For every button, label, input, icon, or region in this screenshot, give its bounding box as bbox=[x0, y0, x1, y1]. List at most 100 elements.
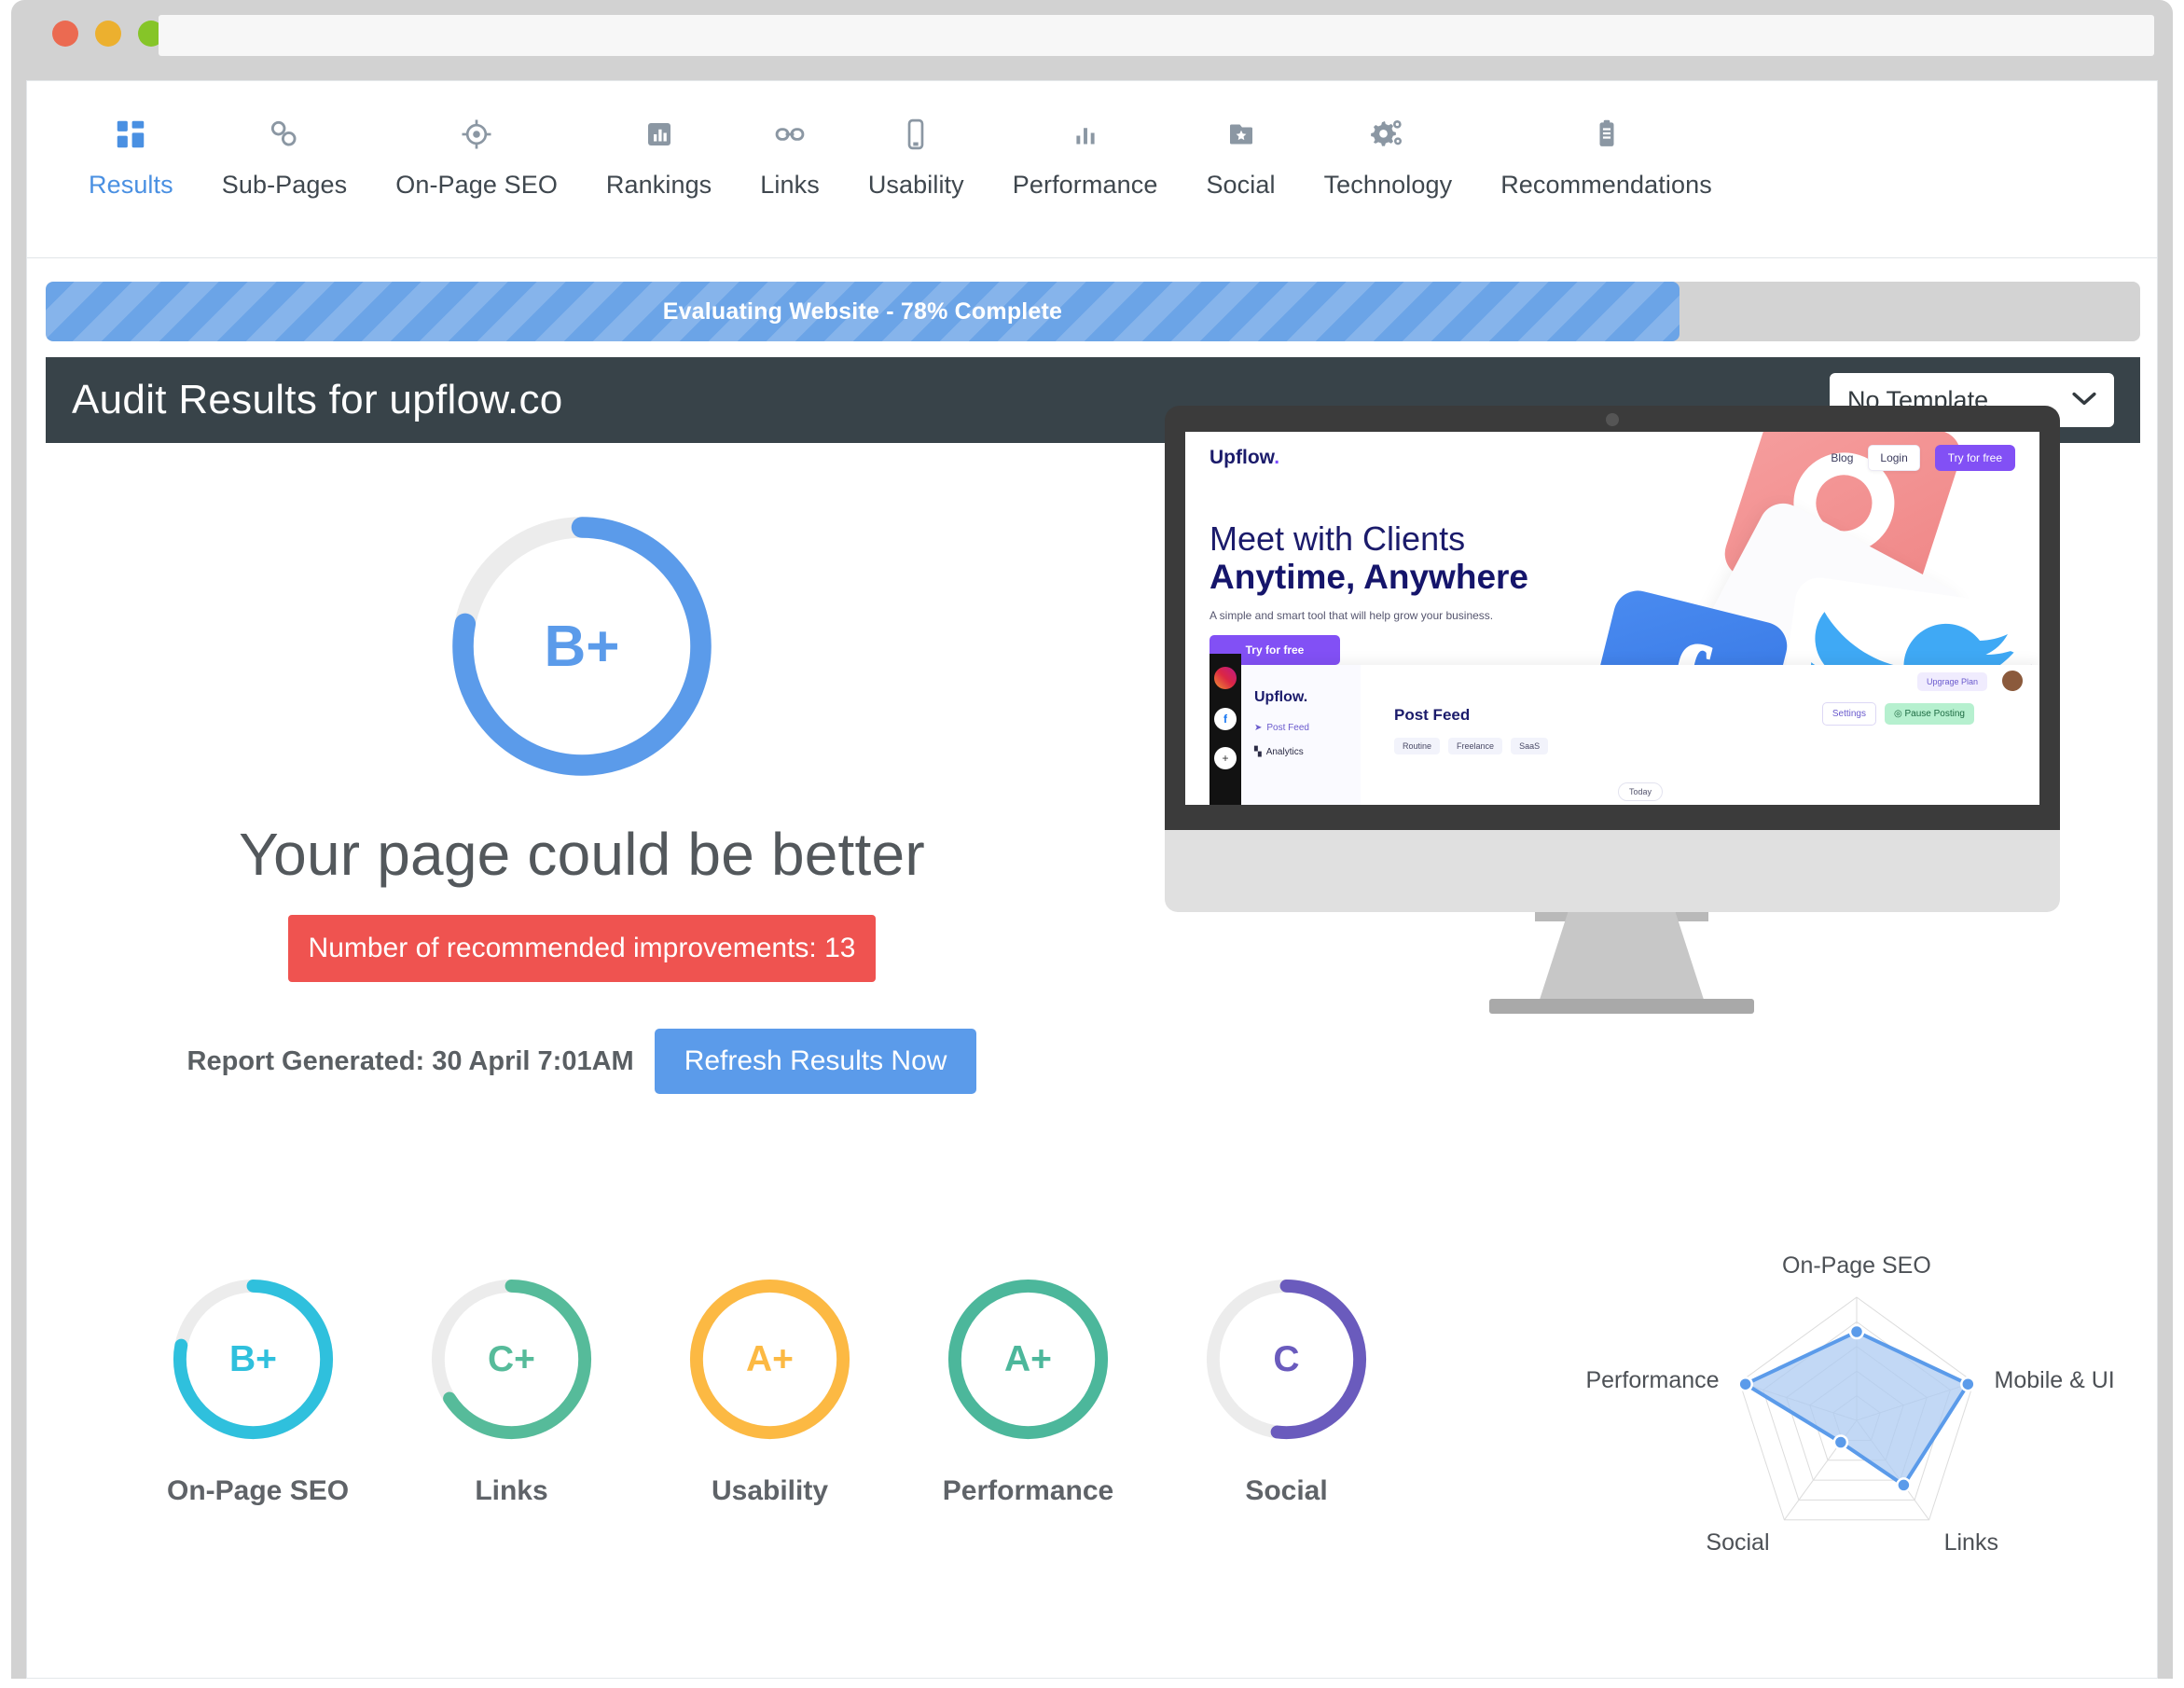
improvements-badge[interactable]: Number of recommended improvements: 13 bbox=[288, 915, 876, 982]
preview-headline-2: Anytime, Anywhere bbox=[1209, 558, 1528, 596]
close-window-icon[interactable] bbox=[52, 21, 78, 47]
minimize-window-icon[interactable] bbox=[95, 21, 121, 47]
category-grade-value: C bbox=[1273, 1338, 1300, 1379]
preview-logo-dot: . bbox=[1274, 447, 1280, 468]
tab-label: Social bbox=[1206, 171, 1276, 199]
preview-headline-1: Meet with Clients bbox=[1209, 519, 1466, 558]
preview-settings-button[interactable]: Settings bbox=[1821, 702, 1876, 726]
chrome-filler bbox=[11, 71, 2173, 80]
tab-sub-pages[interactable]: Sub-Pages bbox=[198, 107, 372, 200]
address-bar-input[interactable] bbox=[159, 15, 2154, 56]
tab-recommendations[interactable]: Recommendations bbox=[1476, 107, 1736, 200]
tab-performance[interactable]: Performance bbox=[988, 107, 1182, 200]
overall-grade-gauge: B+ bbox=[442, 506, 722, 786]
overall-grade-value: B+ bbox=[544, 614, 620, 679]
category-gauge-usability[interactable]: A+ Usability bbox=[684, 1273, 856, 1507]
overview-column: B+ Your page could be better Number of r… bbox=[27, 443, 1137, 1094]
refresh-results-button[interactable]: Refresh Results Now bbox=[654, 1029, 977, 1094]
category-ring: A+ bbox=[684, 1273, 856, 1446]
category-grade-value: A+ bbox=[1004, 1338, 1052, 1379]
radar-axis-label-social: Social bbox=[1706, 1529, 1770, 1556]
category-label: Performance bbox=[942, 1475, 1114, 1506]
category-label: Social bbox=[1245, 1475, 1328, 1506]
category-radar-chart: On-Page SEO Mobile & UI Links Social Perform… bbox=[1585, 1252, 2116, 1581]
link-chain-icon bbox=[267, 107, 302, 161]
tab-social[interactable]: Social bbox=[1182, 107, 1299, 200]
progress-fill: Evaluating Website - 78% Complete bbox=[46, 282, 1679, 341]
preview-today-pill: Today bbox=[1617, 782, 1664, 801]
preview-menu-label: Post Feed bbox=[1266, 723, 1309, 733]
tab-usability[interactable]: Usability bbox=[844, 107, 988, 200]
radar-axis-label-on-page-seo: On-Page SEO bbox=[1782, 1252, 1931, 1279]
radar-axis-label-performance: Performance bbox=[1585, 1367, 1720, 1394]
preview-nav-blog[interactable]: Blog bbox=[1831, 451, 1853, 464]
browser-chrome bbox=[11, 0, 2173, 71]
preview-dashboard-chips: Routine Freelance SaaS bbox=[1394, 738, 1549, 754]
category-label: Usability bbox=[711, 1475, 829, 1506]
category-ring: C+ bbox=[425, 1273, 598, 1446]
chip-routine[interactable]: Routine bbox=[1394, 738, 1441, 754]
preview-dashboard-sidebar: Upflow. ➤ Post Feed ▚ Analytics bbox=[1241, 665, 1361, 805]
bar-chart-box-icon bbox=[643, 107, 676, 161]
clipboard-icon bbox=[1590, 107, 1624, 161]
target-crosshair-icon bbox=[459, 107, 494, 161]
facebook-icon[interactable]: f bbox=[1214, 708, 1237, 730]
category-ring: A+ bbox=[942, 1273, 1114, 1446]
progress-track: Evaluating Website - 78% Complete bbox=[46, 282, 2140, 341]
preview-dashboard-logo: Upflow. bbox=[1254, 689, 1308, 705]
category-gauge-performance[interactable]: A+ Performance bbox=[942, 1273, 1114, 1507]
tab-label: Recommendations bbox=[1500, 171, 1712, 199]
tab-links[interactable]: Links bbox=[736, 107, 844, 200]
bar-chart-icon bbox=[1069, 107, 1102, 161]
monitor-screen: f Upflow. Blog Login Try for fr bbox=[1165, 406, 2060, 830]
link-icon bbox=[772, 107, 808, 161]
preview-site-logo: Upflow. bbox=[1209, 447, 1279, 469]
preview-menu-analytics[interactable]: ▚ Analytics bbox=[1254, 747, 1304, 757]
mobile-phone-icon bbox=[898, 107, 933, 161]
preview-dashboard: f + Upflow. ➤ Post Feed ▚ Analytics Post… bbox=[1209, 654, 2039, 805]
radar-svg bbox=[1737, 1296, 1976, 1521]
app-page: Results Sub-Pages On-Page SEO Rankings L… bbox=[26, 80, 2158, 1679]
gears-icon bbox=[1369, 107, 1406, 161]
preview-upgrade-plan-button[interactable]: Upgrage Plan bbox=[1916, 672, 1987, 691]
site-preview-monitor: f Upflow. Blog Login Try for fr bbox=[1165, 406, 2079, 1133]
results-content: B+ Your page could be better Number of r… bbox=[27, 406, 2157, 1678]
preview-pause-label: Pause Posting bbox=[1904, 709, 1966, 719]
category-grade-value: A+ bbox=[746, 1338, 794, 1379]
chip-freelance[interactable]: Freelance bbox=[1448, 738, 1503, 754]
preview-site-nav: Upflow. Blog Login Try for free bbox=[1185, 432, 2039, 484]
main-nav: Results Sub-Pages On-Page SEO Rankings L… bbox=[27, 81, 2157, 258]
page-title: Audit Results for upflow.co bbox=[72, 377, 563, 422]
tab-technology[interactable]: Technology bbox=[1300, 107, 1477, 200]
tab-on-page-seo[interactable]: On-Page SEO bbox=[371, 107, 582, 200]
category-grade-value: B+ bbox=[229, 1338, 277, 1379]
star-folder-icon bbox=[1224, 107, 1258, 161]
traffic-lights bbox=[52, 21, 164, 47]
tab-results[interactable]: Results bbox=[64, 107, 198, 200]
category-gauge-on-page-seo[interactable]: B+ On-Page SEO bbox=[167, 1273, 349, 1507]
rocket-icon: ➤ bbox=[1254, 723, 1263, 733]
instagram-icon[interactable] bbox=[1214, 667, 1237, 689]
avatar[interactable] bbox=[2000, 669, 2025, 693]
preview-nav-cta[interactable]: Try for free bbox=[1934, 445, 2015, 471]
preview-subheadline: A simple and smart tool that will help g… bbox=[1209, 609, 1494, 622]
chip-saas[interactable]: SaaS bbox=[1511, 738, 1549, 754]
preview-menu-post-feed[interactable]: ➤ Post Feed bbox=[1254, 723, 1309, 733]
tab-label: Sub-Pages bbox=[221, 171, 348, 199]
category-gauges: B+ On-Page SEO C+ Links A+ Usability A+ Perform… bbox=[167, 1273, 1373, 1507]
preview-pause-posting-button[interactable]: ◎ Pause Posting bbox=[1884, 703, 1974, 725]
webcam-icon bbox=[1606, 413, 1619, 426]
tab-label: Technology bbox=[1323, 171, 1453, 199]
preview-dashboard-rail: f + bbox=[1209, 654, 1241, 805]
nav-tabs: Results Sub-Pages On-Page SEO Rankings L… bbox=[27, 81, 2157, 200]
preview-menu-label: Analytics bbox=[1265, 747, 1304, 757]
preview-nav-login[interactable]: Login bbox=[1868, 445, 1920, 471]
category-gauge-links[interactable]: C+ Links bbox=[425, 1273, 598, 1507]
add-icon[interactable]: + bbox=[1214, 747, 1237, 769]
monitor-base bbox=[1165, 830, 2060, 912]
tab-rankings[interactable]: Rankings bbox=[582, 107, 736, 200]
dashboard-grid-icon bbox=[113, 107, 148, 161]
monitor-foot bbox=[1489, 999, 1754, 1014]
tab-label: Links bbox=[760, 171, 820, 199]
category-gauge-social[interactable]: C Social bbox=[1200, 1273, 1373, 1507]
